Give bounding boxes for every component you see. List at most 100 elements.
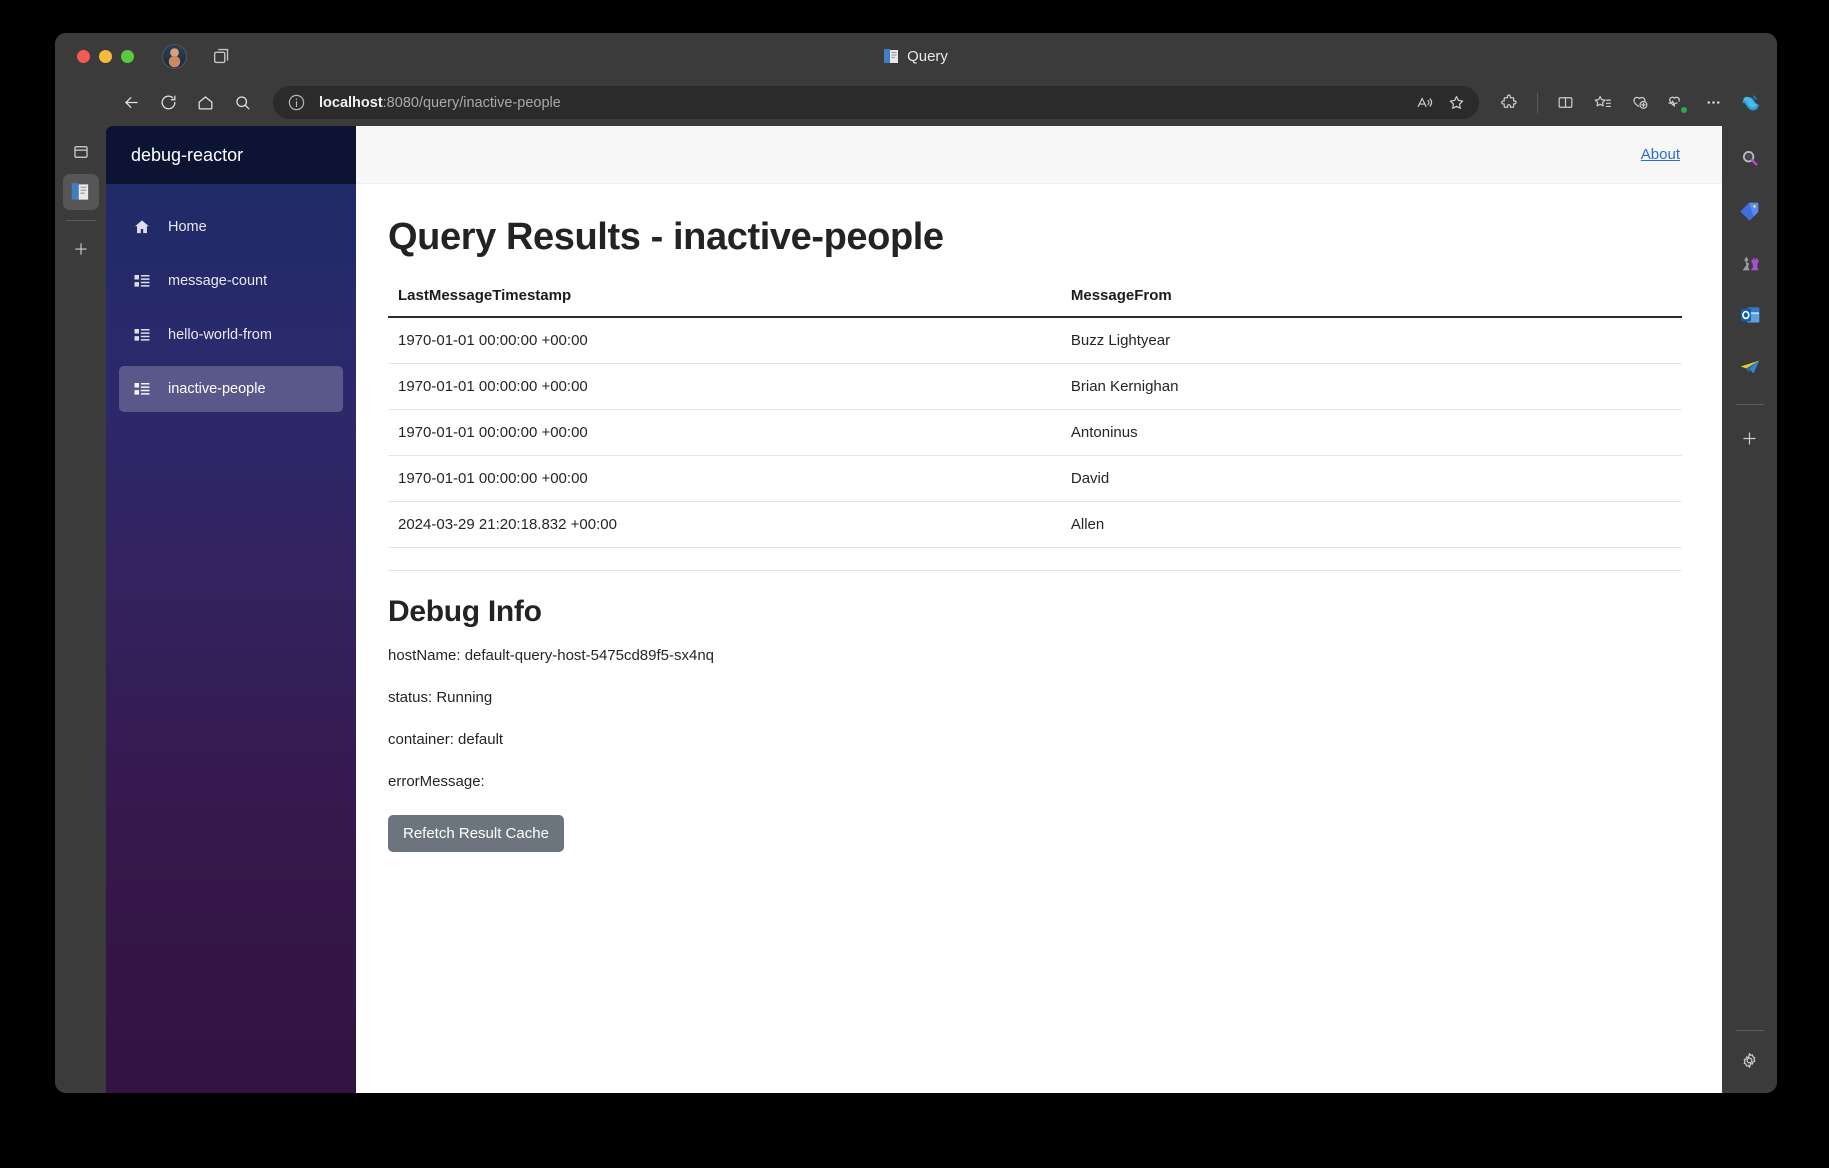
vertical-tab-rail	[55, 126, 106, 1093]
sidebar-item-hello-world-from[interactable]: hello-world-from	[119, 312, 343, 358]
sidebar-item-label: hello-world-from	[168, 327, 272, 343]
maximize-window-button[interactable]	[121, 49, 134, 63]
sidebar-nav: Home message-count hello-world-from inac…	[106, 184, 356, 412]
title-bar: Query	[55, 33, 1777, 79]
window-title-text: Query	[907, 47, 948, 65]
refetch-result-cache-button[interactable]: Refetch Result Cache	[388, 815, 564, 852]
favorite-star-icon[interactable]	[1441, 88, 1471, 118]
browser-toolbar: localhost:8080/query/inactive-people	[55, 79, 1777, 126]
edge-sidebar-divider	[1735, 404, 1764, 405]
sidebar-item-message-count[interactable]: message-count	[119, 258, 343, 304]
cell-messagefrom: Allen	[1060, 501, 1682, 548]
address-bar-actions	[1409, 88, 1471, 118]
sidebar-item-label: Home	[168, 219, 207, 235]
edge-bottom-divider	[1735, 1030, 1764, 1031]
about-link[interactable]: About	[1641, 146, 1680, 163]
add-collection-icon[interactable]	[1623, 86, 1656, 119]
outlook-icon[interactable]	[1733, 298, 1767, 332]
column-header-timestamp: LastMessageTimestamp	[388, 287, 1061, 318]
toolbar-divider	[1537, 92, 1538, 113]
telegram-icon[interactable]	[1733, 350, 1767, 384]
status-indicator	[1680, 106, 1688, 114]
debug-status: status: Running	[388, 689, 493, 706]
more-options-button[interactable]	[1697, 86, 1730, 119]
home-button[interactable]	[189, 86, 222, 119]
site-info-icon[interactable]	[287, 93, 306, 112]
cell-timestamp: 1970-01-01 00:00:00 +00:00	[388, 455, 1061, 502]
cell-messagefrom: Brian Kernighan	[1060, 363, 1682, 410]
edge-sidebar	[1722, 126, 1777, 1093]
home-icon	[133, 218, 151, 236]
rail-divider	[65, 220, 96, 221]
table-row: 1970-01-01 00:00:00 +00:00 David	[388, 455, 1682, 502]
section-divider	[388, 570, 1682, 571]
debug-info-title: Debug Info	[388, 595, 542, 628]
debug-error-message: errorMessage:	[388, 773, 485, 790]
close-window-button[interactable]	[77, 49, 90, 63]
app-sidebar: debug-reactor Home message-count hello-w…	[106, 126, 356, 1093]
app-brand[interactable]: debug-reactor	[106, 126, 356, 184]
cell-timestamp: 1970-01-01 00:00:00 +00:00	[388, 363, 1061, 410]
cell-timestamp: 1970-01-01 00:00:00 +00:00	[388, 409, 1061, 456]
search-button[interactable]	[226, 86, 259, 119]
shopping-tag-icon[interactable]	[1733, 194, 1767, 228]
list-icon	[133, 380, 151, 398]
table-body: 1970-01-01 00:00:00 +00:00 Buzz Lightyea…	[388, 317, 1682, 548]
results-table: LastMessageTimestamp MessageFrom 1970-01…	[388, 287, 1682, 548]
column-header-messagefrom: MessageFrom	[1060, 287, 1682, 318]
page-header: About	[356, 126, 1722, 184]
list-icon	[133, 272, 151, 290]
discover-icon[interactable]	[1733, 142, 1767, 176]
list-icon	[133, 326, 151, 344]
document-icon	[71, 183, 89, 200]
page-viewport: debug-reactor Home message-count hello-w…	[106, 126, 1722, 1093]
minimize-window-button[interactable]	[99, 49, 112, 63]
debug-container: container: default	[388, 731, 504, 748]
url-host: localhost	[319, 94, 383, 111]
content-column: About Query Results - inactive-people La…	[356, 126, 1722, 1093]
table-head: LastMessageTimestamp MessageFrom	[388, 287, 1682, 318]
tab-copy-icon[interactable]	[211, 45, 233, 67]
tab-groups-icon[interactable]	[63, 134, 99, 170]
sidebar-item-label: inactive-people	[168, 381, 266, 397]
collections-star-list-icon[interactable]	[1586, 86, 1619, 119]
document-icon	[884, 48, 899, 63]
split-screen-icon[interactable]	[1549, 86, 1582, 119]
sidebar-item-label: message-count	[168, 273, 268, 289]
page-title: Query Results - inactive-people	[388, 216, 944, 258]
url-text: localhost:8080/query/inactive-people	[319, 95, 561, 111]
browser-essentials-icon[interactable]	[1660, 86, 1693, 119]
cell-timestamp: 2024-03-29 21:20:18.832 +00:00	[388, 501, 1061, 548]
window-body: debug-reactor Home message-count hello-w…	[55, 126, 1777, 1093]
reload-button[interactable]	[152, 86, 185, 119]
table-row: 1970-01-01 00:00:00 +00:00 Buzz Lightyea…	[388, 317, 1682, 364]
gear-icon[interactable]	[1733, 1043, 1767, 1077]
cell-timestamp: 1970-01-01 00:00:00 +00:00	[388, 317, 1061, 364]
browser-window: Query localhost:8080/query/inactive-peop…	[55, 33, 1777, 1093]
read-aloud-icon[interactable]	[1409, 88, 1439, 118]
address-bar[interactable]: localhost:8080/query/inactive-people	[273, 86, 1479, 119]
cell-messagefrom: David	[1060, 455, 1682, 502]
url-path: :8080/query/inactive-people	[382, 94, 561, 111]
table-header-row: LastMessageTimestamp MessageFrom	[388, 287, 1682, 318]
window-title: Query	[55, 33, 1777, 79]
page-content: Query Results - inactive-people LastMess…	[356, 184, 1722, 852]
debug-hostname: hostName: default-query-host-5475cd89f5-…	[388, 647, 715, 664]
sidebar-item-inactive-people[interactable]: inactive-people	[119, 366, 343, 412]
cell-messagefrom: Buzz Lightyear	[1060, 317, 1682, 364]
sidebar-item-home[interactable]: Home	[119, 204, 343, 250]
edge-sidebar-bottom	[1722, 1028, 1777, 1077]
table-row: 2024-03-29 21:20:18.832 +00:00 Allen	[388, 501, 1682, 548]
tab-query[interactable]	[62, 174, 99, 210]
table-row: 1970-01-01 00:00:00 +00:00 Antoninus	[388, 409, 1682, 456]
table-row: 1970-01-01 00:00:00 +00:00 Brian Kernigh…	[388, 363, 1682, 410]
new-tab-button[interactable]	[63, 231, 99, 267]
add-sidebar-app-button[interactable]	[1733, 421, 1767, 455]
back-button[interactable]	[115, 86, 148, 119]
avatar[interactable]	[162, 43, 187, 69]
games-icon[interactable]	[1733, 246, 1767, 280]
copilot-icon[interactable]	[1738, 90, 1763, 115]
traffic-lights	[77, 49, 134, 63]
extensions-puzzle-icon[interactable]	[1493, 86, 1526, 119]
cell-messagefrom: Antoninus	[1060, 409, 1682, 456]
